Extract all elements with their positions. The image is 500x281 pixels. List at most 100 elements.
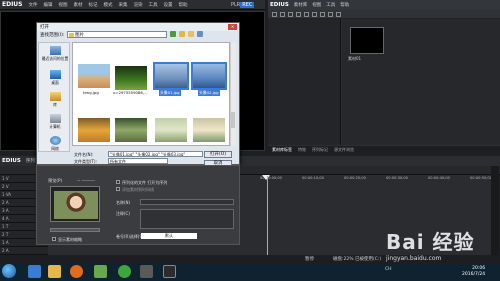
file-thumbnail-selected[interactable]: [153, 62, 189, 90]
menu-clip[interactable]: 素材: [74, 2, 83, 8]
menu-file[interactable]: 文件: [29, 2, 38, 8]
file-explorer-icon[interactable]: [28, 265, 41, 278]
playhead-line[interactable]: [267, 176, 268, 255]
bin-toolbar: [268, 10, 500, 19]
lookin-select[interactable]: 图片: [67, 31, 167, 38]
file-thumbnail[interactable]: [78, 64, 110, 88]
media-icon[interactable]: [163, 265, 176, 278]
bin-menu-help[interactable]: 帮助: [340, 2, 349, 8]
place-label: 桌面: [51, 80, 59, 85]
delete-icon[interactable]: [328, 11, 333, 17]
track-header[interactable]: 2 A: [0, 247, 48, 255]
timeline-logo: EDIUS: [2, 158, 21, 164]
bin-menu-bin[interactable]: 素材库: [294, 2, 308, 8]
preview-slider[interactable]: [50, 228, 100, 232]
filename-label: 文件名(N):: [74, 152, 94, 157]
edius-logo: EDIUS: [2, 1, 23, 8]
file-thumbnail[interactable]: [78, 118, 110, 142]
preview-box: [50, 186, 100, 222]
reel-default-button[interactable]: 默认: [141, 233, 197, 239]
clock-date: 2016/7/24: [462, 272, 486, 277]
dialog-nav-icons: [170, 31, 203, 37]
tab-effects[interactable]: 特效: [298, 147, 306, 153]
name-field[interactable]: [140, 199, 234, 205]
show-thumb-checkbox[interactable]: [52, 237, 56, 241]
ruler-tick: 00:00:40;00: [428, 176, 450, 180]
sequence-label: 序列化的文件 打开为序列: [122, 180, 168, 185]
file-list-scrollbar[interactable]: [230, 42, 236, 146]
comment-field[interactable]: [140, 209, 234, 229]
copy-icon[interactable]: [312, 11, 317, 17]
folder-icon[interactable]: [272, 11, 277, 17]
paste-icon[interactable]: [320, 11, 325, 17]
dialog-title: 打开: [37, 23, 239, 31]
up-icon[interactable]: [288, 11, 293, 17]
360-browser-icon[interactable]: [118, 265, 131, 278]
library-icon: [49, 92, 61, 101]
place-network[interactable]: 网络: [39, 136, 71, 152]
menu-render[interactable]: 渲染: [134, 2, 143, 8]
file-thumbnail[interactable]: [115, 66, 147, 90]
watermark-url: jingyan.baidu.com: [386, 255, 442, 262]
new-folder-icon[interactable]: [188, 31, 194, 37]
playhead-marker[interactable]: [262, 175, 270, 180]
menu-help[interactable]: 帮助: [179, 2, 188, 8]
reel-label: 卷号(R)选择(S): [116, 234, 144, 239]
tray-clock[interactable]: 20:06 2016/7/24: [462, 266, 485, 278]
place-desktop[interactable]: 桌面: [39, 70, 71, 86]
clip-label: 素材01: [348, 56, 362, 61]
back-icon[interactable]: [170, 31, 176, 37]
main-menubar: EDIUS 文件 编辑 视图 素材 标记 模式 采集 渲染 工具 设置 帮助 P…: [0, 0, 265, 10]
place-computer[interactable]: 计算机: [39, 114, 71, 130]
menu-mode[interactable]: 模式: [104, 2, 113, 8]
filetype-select[interactable]: 所有文件: [108, 158, 168, 164]
close-icon[interactable]: ✕: [228, 24, 237, 30]
menu-marker[interactable]: 标记: [89, 2, 98, 8]
file-name: timg.jpg: [83, 90, 99, 95]
tray-language[interactable]: CH: [385, 267, 392, 272]
search-icon[interactable]: [280, 11, 285, 17]
bin-menu-view[interactable]: 视图: [312, 2, 321, 8]
add-clip-icon[interactable]: [296, 11, 301, 17]
menu-tools[interactable]: 工具: [149, 2, 158, 8]
cut-icon[interactable]: [304, 11, 309, 17]
bin-folder-tree[interactable]: [268, 19, 341, 145]
add-to-timeline-checkbox[interactable]: [116, 187, 120, 191]
file-thumbnail[interactable]: [193, 118, 225, 142]
plr-rec-indicator[interactable]: PLR REC: [231, 2, 255, 8]
start-button[interactable]: [2, 264, 16, 278]
edius-taskbar-icon[interactable]: [140, 265, 153, 278]
folder-icon[interactable]: [48, 265, 61, 278]
file-thumbnail[interactable]: [155, 118, 187, 142]
menu-view[interactable]: 视图: [59, 2, 68, 8]
bin-menu-tools[interactable]: 工具: [326, 2, 335, 8]
open-button[interactable]: 打开(O): [204, 151, 232, 158]
menu-edit[interactable]: 编辑: [44, 2, 53, 8]
scrollbar-thumb[interactable]: [231, 112, 235, 128]
firefox-icon[interactable]: [70, 265, 83, 278]
properties-icon[interactable]: [336, 11, 341, 17]
menu-capture[interactable]: 采集: [119, 2, 128, 8]
status-disk: 磁盘:22% 已被使用(C:): [333, 257, 382, 262]
file-thumbnail-selected[interactable]: [191, 62, 227, 90]
recent-places-icon: [49, 46, 61, 55]
place-recent[interactable]: 最近访问的位置: [39, 46, 71, 62]
tab-source-browser[interactable]: 源文件浏览: [334, 147, 354, 153]
up-folder-icon[interactable]: [179, 31, 185, 37]
ruler-tick: 00:00:10;00: [302, 176, 324, 180]
filename-input[interactable]: "头像01.jpg" "头像02.jpg" "头像03.jpg": [108, 151, 203, 157]
view-menu-icon[interactable]: [197, 31, 203, 37]
tab-bin[interactable]: 素材库标签: [272, 147, 292, 153]
app-icon[interactable]: [94, 265, 107, 278]
bin-tabs: 素材库标签 特效 序列标记 源文件浏览: [268, 146, 500, 153]
clip-thumbnail[interactable]: [350, 27, 384, 54]
menu-settings[interactable]: 设置: [164, 2, 173, 8]
place-library[interactable]: 库: [39, 92, 71, 108]
add-to-timeline-label: 添加素材到时间线: [122, 187, 154, 192]
tab-sequence-marker[interactable]: 序列标记: [312, 147, 328, 153]
bin-logo: EDIUS: [270, 2, 289, 8]
timeline-ruler[interactable]: 00:00:00;00 00:00:10;00 00:00:20;00 00:0…: [260, 176, 492, 184]
file-thumbnail[interactable]: [115, 118, 147, 142]
sequence-checkbox[interactable]: [116, 180, 120, 184]
watermark-logo: Bai 经验: [386, 230, 475, 254]
